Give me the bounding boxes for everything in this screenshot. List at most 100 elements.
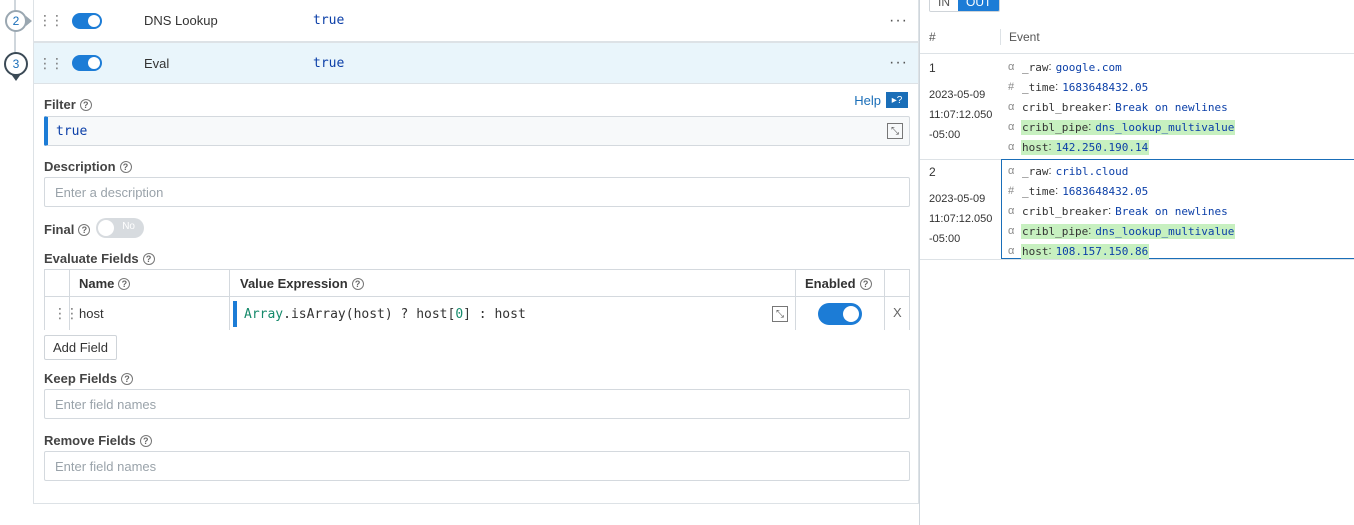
drag-handle-icon[interactable]: ⋮⋮ bbox=[53, 305, 79, 322]
description-label-text: Description bbox=[44, 159, 116, 174]
help-question-icon[interactable]: ? bbox=[118, 277, 131, 290]
event-time: 11:07:12.050 bbox=[929, 213, 993, 225]
event-field[interactable]: α cribl_pipe: dns_lookup_multivalue bbox=[1008, 117, 1236, 137]
remove-fields-placeholder: Enter field names bbox=[55, 458, 157, 474]
eval-config-panel: Filter ? Help ▸? true ⤡ Description ? En… bbox=[33, 84, 919, 504]
field-value: cribl.cloud bbox=[1055, 164, 1129, 178]
description-label: Description ? bbox=[44, 159, 132, 174]
expr-number: 0 bbox=[455, 306, 464, 322]
event-field[interactable]: α cribl_breaker: Break on newlines bbox=[1008, 97, 1235, 117]
event-field[interactable]: α cribl_pipe: dns_lookup_multivalue bbox=[1008, 221, 1236, 241]
event-date: 2023-05-09 bbox=[929, 193, 986, 205]
drag-handle-icon[interactable]: ⋮⋮ bbox=[38, 55, 64, 72]
help-question-icon[interactable]: ? bbox=[120, 372, 133, 385]
keep-fields-label: Keep Fields ? bbox=[44, 371, 133, 386]
field-type-icon: α bbox=[1008, 61, 1015, 73]
function-enabled-toggle[interactable] bbox=[72, 55, 102, 71]
in-out-toggle[interactable]: IN OUT bbox=[929, 0, 1001, 12]
event-field[interactable]: α host:142.250.190.14 bbox=[1008, 137, 1235, 157]
function-row-dns-lookup[interactable]: ⋮⋮ DNS Lookup true ··· bbox=[33, 0, 919, 42]
help-link[interactable]: Help ▸? bbox=[854, 92, 908, 108]
description-input[interactable]: Enter a description bbox=[44, 177, 910, 207]
help-link-text[interactable]: Help bbox=[854, 93, 881, 108]
help-question-icon[interactable]: ? bbox=[351, 277, 364, 290]
step-3-marker: 3 bbox=[4, 52, 28, 76]
value-expression-input[interactable]: Array .isArray(host) ? host[0] : host bbox=[233, 301, 605, 327]
field-name: cribl_pipe bbox=[1022, 224, 1089, 238]
help-question-icon[interactable]: ? bbox=[79, 98, 92, 111]
field-name: host bbox=[1022, 244, 1049, 258]
pipeline-functions-pane: 2 3 ⋮⋮ DNS Lookup true ··· ⋮⋮ Eval true … bbox=[0, 0, 919, 525]
event-tz: -05:00 bbox=[929, 129, 961, 141]
event-field[interactable]: # _time:1683648432.05 bbox=[1008, 181, 1235, 201]
field-name-input[interactable]: host bbox=[79, 306, 104, 321]
add-field-button[interactable]: Add Field bbox=[44, 335, 117, 360]
event-field[interactable]: # _time:1683648432.05 bbox=[1008, 77, 1235, 97]
field-name: _raw bbox=[1022, 60, 1049, 74]
help-panel-icon[interactable]: ▸? bbox=[886, 92, 908, 108]
event-fields: α _raw: google.com # _time:1683648432.05 αc… bbox=[1008, 57, 1236, 157]
evaluate-fields-label-text: Evaluate Fields bbox=[44, 251, 139, 266]
more-options-icon[interactable]: ··· bbox=[889, 12, 908, 30]
step-2-arrow-icon bbox=[26, 16, 32, 26]
event-field[interactable]: α host:108.157.150.86 bbox=[1008, 241, 1235, 261]
event-index: 1 bbox=[929, 61, 936, 75]
in-tab[interactable]: IN bbox=[930, 0, 958, 11]
function-name: DNS Lookup bbox=[144, 13, 218, 28]
event-field[interactable]: α cribl_breaker: Break on newlines bbox=[1008, 201, 1235, 221]
event-date: 2023-05-09 bbox=[929, 89, 986, 101]
event-fields: α _raw: cribl.cloud # _time:1683648432.05 α… bbox=[1008, 161, 1236, 261]
field-value: 142.250.190.14 bbox=[1055, 140, 1149, 154]
field-value: dns_lookup_multivalue bbox=[1095, 224, 1235, 238]
expand-editor-icon[interactable]: ⤡ bbox=[887, 123, 903, 139]
step-2-marker: 2 bbox=[5, 10, 27, 32]
more-options-icon[interactable]: ··· bbox=[889, 54, 908, 72]
field-name: _time bbox=[1022, 80, 1056, 94]
keep-fields-input[interactable]: Enter field names bbox=[44, 389, 910, 419]
event-timestamp: 2023-05-09 11:07:12.050 -05:00 bbox=[929, 85, 992, 145]
help-question-icon[interactable]: ? bbox=[78, 223, 91, 236]
function-enabled-toggle[interactable] bbox=[72, 12, 102, 29]
remove-fields-label: Remove Fields ? bbox=[44, 433, 152, 448]
help-question-icon[interactable]: ? bbox=[859, 277, 872, 290]
event-time: 11:07:12.050 bbox=[929, 109, 993, 121]
expr-keyword: Array bbox=[244, 306, 284, 322]
drag-handle-icon[interactable]: ⋮⋮ bbox=[38, 12, 64, 29]
field-value: Break on newlines bbox=[1115, 100, 1228, 114]
field-name: cribl_pipe bbox=[1022, 120, 1089, 134]
field-name: _raw bbox=[1022, 164, 1049, 178]
help-question-icon[interactable]: ? bbox=[139, 434, 152, 447]
field-type-icon: α bbox=[1008, 121, 1015, 133]
step-3-pin-icon bbox=[11, 74, 21, 81]
help-question-icon[interactable]: ? bbox=[142, 252, 155, 265]
event-field[interactable]: α _raw: google.com bbox=[1008, 57, 1235, 77]
event-field[interactable]: α _raw: cribl.cloud bbox=[1008, 161, 1235, 181]
final-label-text: Final bbox=[44, 222, 75, 237]
events-table-header: # Event bbox=[920, 22, 1354, 54]
event-index: 2 bbox=[929, 165, 936, 179]
expr-part: .isArray(host) ? host[ bbox=[283, 306, 456, 322]
function-row-eval[interactable]: ⋮⋮ Eval true ··· bbox=[33, 42, 919, 84]
filter-label: Filter ? bbox=[44, 97, 92, 112]
field-type-icon: α bbox=[1008, 205, 1015, 217]
field-value: 1683648432.05 bbox=[1062, 80, 1149, 94]
column-header-value-expression: Value Expression ? bbox=[240, 270, 364, 297]
final-toggle[interactable]: No bbox=[96, 218, 144, 238]
event-row[interactable]: 2 2023-05-09 11:07:12.050 -05:00 α _raw: c… bbox=[920, 159, 1354, 260]
evaluate-fields-label: Evaluate Fields ? bbox=[44, 251, 155, 266]
expand-editor-icon[interactable]: ⤡ bbox=[772, 306, 788, 322]
event-row[interactable]: 1 2023-05-09 11:07:12.050 -05:00 α _raw: g… bbox=[920, 55, 1354, 160]
field-type-icon: α bbox=[1008, 245, 1015, 257]
remove-fields-input[interactable]: Enter field names bbox=[44, 451, 910, 481]
keep-fields-placeholder: Enter field names bbox=[55, 396, 157, 412]
filter-expression-input[interactable]: true ⤡ bbox=[44, 116, 910, 146]
help-question-icon[interactable]: ? bbox=[119, 160, 132, 173]
event-timestamp: 2023-05-09 11:07:12.050 -05:00 bbox=[929, 189, 992, 249]
field-enabled-toggle[interactable] bbox=[818, 303, 862, 325]
filter-expression-text: true bbox=[56, 123, 88, 139]
function-filter-value: true bbox=[313, 55, 345, 71]
out-tab[interactable]: OUT bbox=[958, 0, 1000, 11]
table-row: ⋮⋮ host Array .isArray(host) ? host[0] : … bbox=[45, 297, 909, 330]
column-header-enabled-text: Enabled bbox=[805, 276, 856, 291]
remove-field-icon[interactable]: X bbox=[893, 305, 902, 320]
